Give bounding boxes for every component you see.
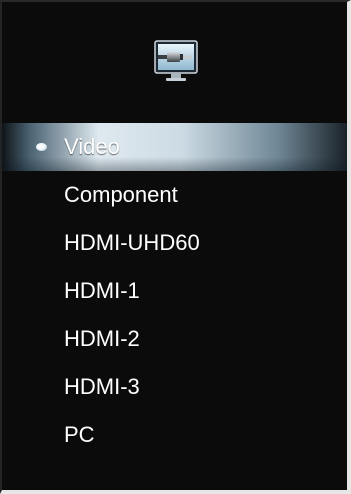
source-item-label: PC (64, 422, 95, 447)
source-item-hdmi-uhd60[interactable]: HDMI-UHD60 (2, 219, 347, 267)
source-list: Video Component HDMI-UHD60 HDMI-1 HDMI-2… (2, 123, 347, 459)
source-item-hdmi-3[interactable]: HDMI-3 (2, 363, 347, 411)
source-item-video[interactable]: Video (2, 123, 347, 171)
source-item-label: HDMI-2 (64, 326, 140, 351)
source-item-component[interactable]: Component (2, 171, 347, 219)
selection-bullet-icon (36, 143, 47, 151)
input-source-cable-icon (154, 40, 198, 92)
source-item-label: HDMI-UHD60 (64, 230, 200, 255)
source-item-label: Video (64, 134, 120, 159)
source-item-label: Component (64, 182, 178, 207)
source-item-label: HDMI-3 (64, 374, 140, 399)
input-source-menu: Video Component HDMI-UHD60 HDMI-1 HDMI-2… (0, 0, 351, 494)
source-item-hdmi-1[interactable]: HDMI-1 (2, 267, 347, 315)
source-item-pc[interactable]: PC (2, 411, 347, 459)
source-item-label: HDMI-1 (64, 278, 140, 303)
source-item-hdmi-2[interactable]: HDMI-2 (2, 315, 347, 363)
